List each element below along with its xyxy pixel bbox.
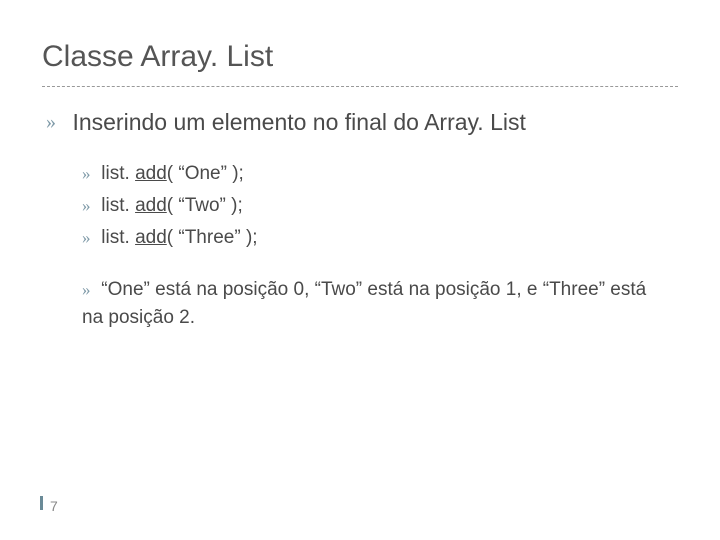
list-item: » list. add( “Two” );: [82, 192, 672, 220]
list-item: » list. add( “Three” );: [82, 224, 672, 252]
list-item: » “One” está na posição 0, “Two” está na…: [82, 276, 672, 332]
code-line: list. add( “Three” );: [101, 227, 257, 248]
main-bullet-text: Inserindo um elemento no final do Array.…: [72, 108, 525, 136]
code-line: list. add( “Two” );: [101, 195, 242, 216]
code-pre: list.: [101, 227, 135, 248]
title-divider: [42, 86, 678, 87]
page-number: 7: [50, 498, 58, 514]
main-bullet: » Inserindo um elemento no final do Arra…: [46, 108, 670, 136]
spacer: [82, 256, 672, 276]
code-pre: list.: [101, 195, 135, 216]
footer-accent-icon: [22, 496, 43, 510]
code-method: add: [135, 227, 167, 248]
bullet-icon: »: [46, 108, 56, 136]
code-post: ( “Three” );: [167, 227, 258, 248]
code-post: ( “One” );: [167, 163, 244, 184]
code-line: list. add( “One” );: [101, 163, 244, 184]
bullet-icon: »: [82, 192, 96, 220]
bullet-icon: »: [82, 160, 96, 188]
slide-title: Classe Array. List: [42, 40, 273, 74]
code-method: add: [135, 163, 167, 184]
list-item: » list. add( “One” );: [82, 160, 672, 188]
code-pre: list.: [101, 163, 135, 184]
bullet-icon: »: [82, 224, 96, 252]
code-method: add: [135, 195, 167, 216]
bullet-icon: »: [82, 276, 96, 304]
slide: Classe Array. List » Inserindo um elemen…: [0, 0, 720, 540]
sub-list: » list. add( “One” ); » list. add( “Two”…: [82, 160, 672, 336]
explanation-text: “One” está na posição 0, “Two” está na p…: [82, 279, 646, 328]
code-post: ( “Two” );: [167, 195, 243, 216]
